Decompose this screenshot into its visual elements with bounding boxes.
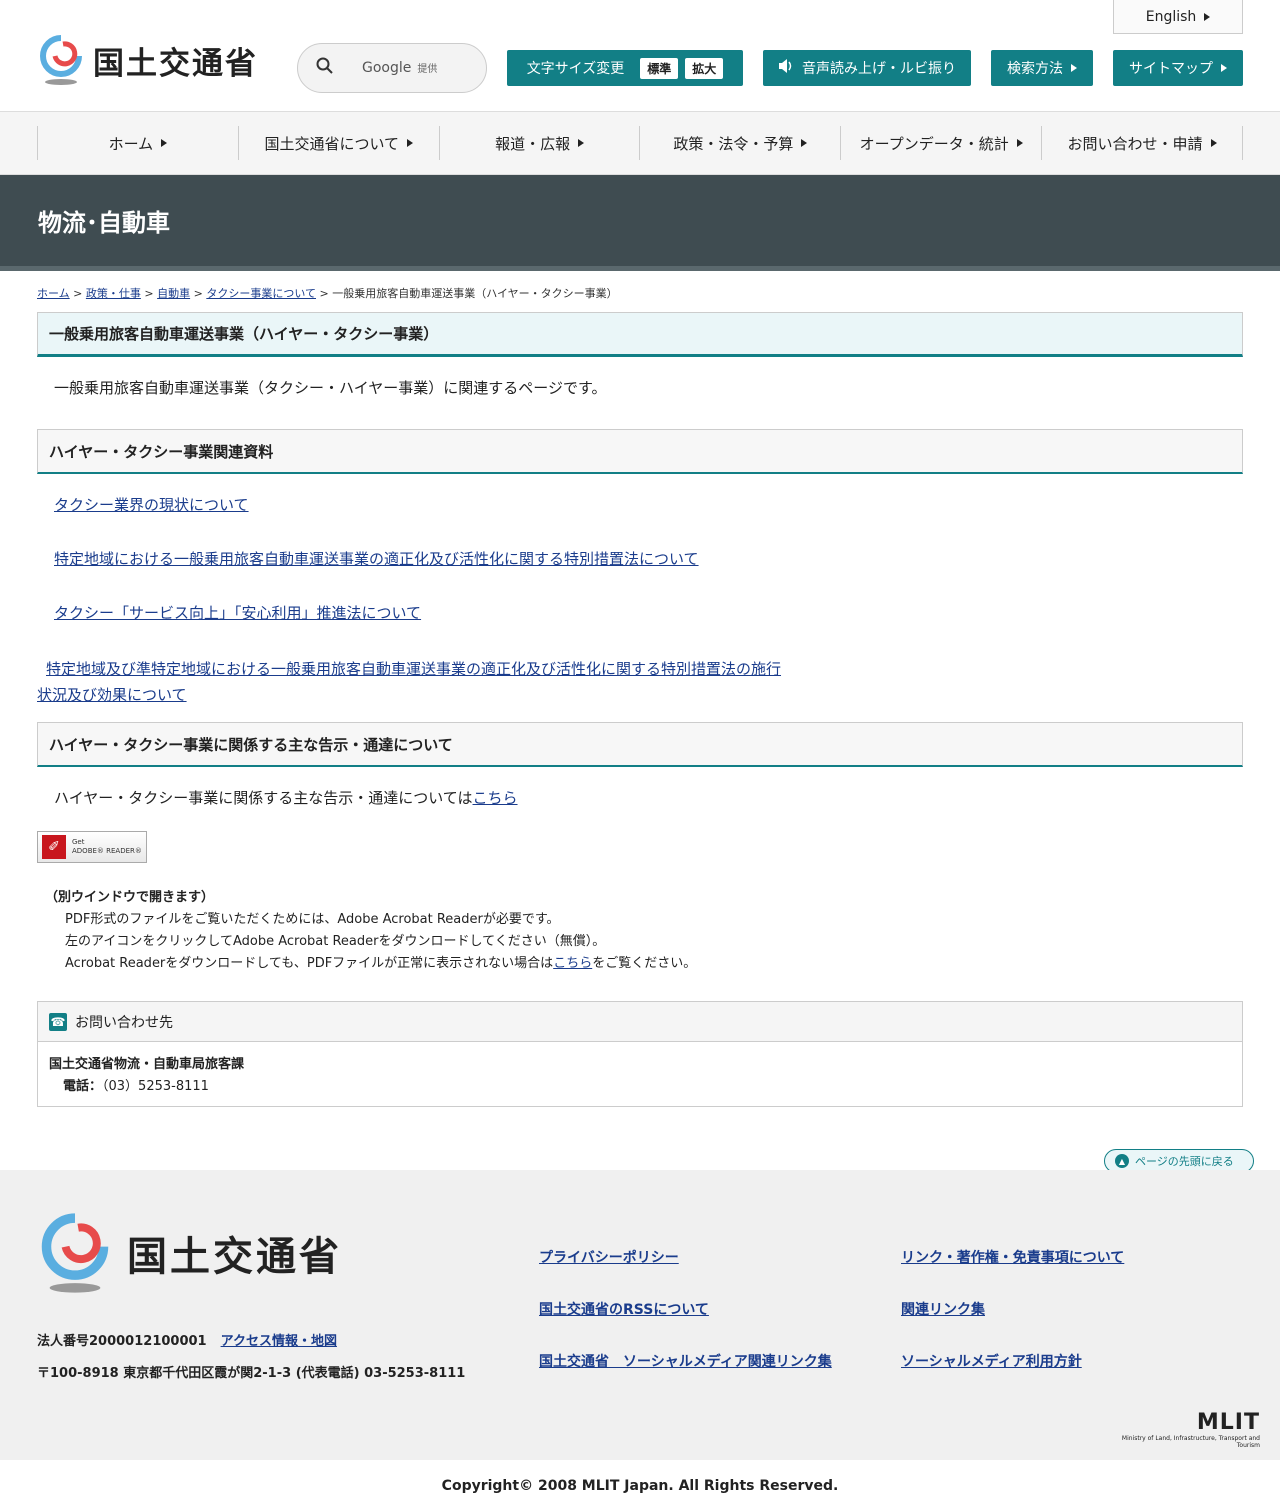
gnav-contact[interactable]: お問い合わせ・申請: [1041, 126, 1243, 160]
arrow-right-icon: [407, 139, 414, 147]
mlit-logo-icon: [37, 34, 85, 86]
site-title: 国土交通省: [93, 45, 258, 82]
phone-icon: ☎: [49, 1012, 67, 1031]
contact-tel: 電話：（03）5253-8111: [63, 1079, 209, 1094]
font-standard-button[interactable]: 標準: [640, 57, 679, 79]
link-enforcement-status[interactable]: 特定地域及び準特定地域における一般乗用旅客自動車運送事業の適正化及び活性化に関す…: [46, 660, 781, 678]
notice-text: ハイヤー・タクシー事業に関係する主な告示・通達についてはこちら: [54, 789, 518, 807]
copyright-link[interactable]: リンク・著作権・免責事項について: [901, 1232, 1124, 1284]
pdf-note: （別ウインドウで開きます） PDF形式のファイルをご覧いただくためには、Adob…: [45, 890, 697, 971]
breadcrumb-taxi[interactable]: タクシー事業について: [206, 287, 316, 300]
search-icon[interactable]: [316, 57, 334, 79]
search-provider: Google 提供: [362, 60, 438, 76]
global-nav: ホーム 国土交通省について 報道・広報 政策・法令・予算 オープンデータ・統計 …: [0, 112, 1280, 175]
footer-info: 法人番号2000012100001 アクセス情報・地図 〒100-8918 東京都…: [37, 1334, 466, 1381]
arrow-right-icon: [1204, 12, 1211, 21]
gnav-press[interactable]: 報道・広報: [438, 126, 640, 160]
site-logo[interactable]: 国土交通省: [37, 34, 258, 86]
breadcrumb: ホーム > 政策・仕事 > 自動車 > タクシー事業について > 一般乗用旅客自…: [37, 287, 618, 300]
link-service-act[interactable]: タクシー「サービス向上」「安心利用」推進法について: [54, 604, 421, 622]
arrow-right-icon: [1210, 139, 1217, 147]
section-heading: ハイヤー・タクシー事業関連資料: [37, 429, 1243, 474]
arrow-right-icon: [161, 139, 168, 147]
arrow-right-icon: [578, 139, 585, 147]
arrow-right-icon: [1221, 64, 1227, 72]
search-method-button[interactable]: 検索方法: [991, 50, 1093, 86]
pdf-help-link[interactable]: こちら: [553, 956, 592, 971]
pdf-icon: ✐: [42, 835, 66, 859]
font-size-control: 文字サイズ変更 標準 拡大: [507, 50, 743, 86]
link-list: タクシー業界の現状について 特定地域における一般乗用旅客自動車運送事業の適正化及…: [37, 474, 1243, 722]
arrow-right-icon: [1071, 64, 1077, 72]
gnav-about[interactable]: 国土交通省について: [237, 126, 439, 160]
breadcrumb-automobile[interactable]: 自動車: [157, 287, 190, 300]
breadcrumb-current: 一般乗用旅客自動車運送事業（ハイヤー・タクシー事業）: [332, 287, 618, 300]
footer-site-title: 国土交通省: [127, 1234, 342, 1280]
contact-heading: お問い合わせ先: [75, 1014, 173, 1031]
read-aloud-button[interactable]: 音声読み上げ・ルビ振り: [763, 50, 971, 86]
link-special-measures-act[interactable]: 特定地域における一般乗用旅客自動車運送事業の適正化及び活性化に関する特別措置法に…: [54, 550, 699, 568]
english-link[interactable]: English: [1113, 0, 1243, 34]
mlit-logo-icon: [37, 1210, 113, 1296]
arrow-right-icon: [801, 139, 808, 147]
contact-org: 国土交通省物流・自動車局旅客課: [49, 1057, 245, 1072]
breadcrumb-policy[interactable]: 政策・仕事: [86, 287, 141, 300]
site-header: 国土交通省 Google 提供 English 文字サイズ変更 標準 拡大 音声読…: [0, 0, 1280, 112]
related-links-link[interactable]: 関連リンク集: [901, 1284, 1124, 1336]
gnav-home[interactable]: ホーム: [37, 126, 238, 160]
access-link[interactable]: アクセス情報・地図: [221, 1334, 337, 1349]
footer-links-col2: リンク・著作権・免責事項について 関連リンク集 ソーシャルメディア利用方針: [901, 1232, 1124, 1388]
footer-logo[interactable]: 国土交通省: [37, 1210, 342, 1296]
notice-link[interactable]: こちら: [473, 789, 518, 807]
section-title: 物流･自動車: [38, 209, 170, 237]
lead-text: 一般乗用旅客自動車運送事業（タクシー・ハイヤー事業）に関連するページです。: [54, 379, 607, 397]
gnav-opendata[interactable]: オープンデータ・統計: [840, 126, 1041, 160]
main-content: 一般乗用旅客自動車運送事業（ハイヤー・タクシー事業） 一般乗用旅客自動車運送事業…: [0, 312, 1280, 1107]
link-enforcement-effects[interactable]: 状況及び効果について: [37, 686, 187, 704]
social-links-link[interactable]: 国土交通省 ソーシャルメディア関連リンク集: [539, 1336, 832, 1388]
site-footer: 国土交通省 法人番号2000012100001 アクセス情報・地図 〒100-89…: [0, 1170, 1280, 1460]
link-taxi-status[interactable]: タクシー業界の現状について: [54, 496, 249, 514]
footer-links-col1: プライバシーポリシー 国土交通省のRSSについて 国土交通省 ソーシャルメディア…: [539, 1232, 832, 1388]
breadcrumb-home[interactable]: ホーム: [37, 287, 70, 300]
sitemap-button[interactable]: サイトマップ: [1113, 50, 1243, 86]
search-box[interactable]: Google 提供: [297, 43, 487, 93]
speaker-icon: [778, 59, 794, 77]
font-large-button[interactable]: 拡大: [685, 57, 724, 79]
mlit-wordmark: MLIT Ministry of Land, Infrastructure, T…: [1121, 1410, 1260, 1449]
page-title: 一般乗用旅客自動車運送事業（ハイヤー・タクシー事業）: [37, 312, 1243, 357]
privacy-link[interactable]: プライバシーポリシー: [539, 1232, 832, 1284]
section-band: 物流･自動車: [0, 175, 1280, 271]
copyright: Copyright© 2008 MLIT Japan. All Rights R…: [0, 1460, 1280, 1512]
section-heading: ハイヤー・タクシー事業に関係する主な告示・通達について: [37, 722, 1243, 767]
adobe-reader-button[interactable]: ✐ Get ADOBE® READER®: [37, 831, 147, 863]
arrow-right-icon: [1016, 139, 1023, 147]
rss-link[interactable]: 国土交通省のRSSについて: [539, 1284, 832, 1336]
gnav-policy[interactable]: 政策・法令・予算: [639, 126, 840, 160]
arrow-up-icon: ▲: [1115, 1154, 1129, 1168]
social-policy-link[interactable]: ソーシャルメディア利用方針: [901, 1336, 1124, 1388]
contact-box: ☎ お問い合わせ先 国土交通省物流・自動車局旅客課 電話：（03）5253-81…: [37, 1001, 1243, 1107]
